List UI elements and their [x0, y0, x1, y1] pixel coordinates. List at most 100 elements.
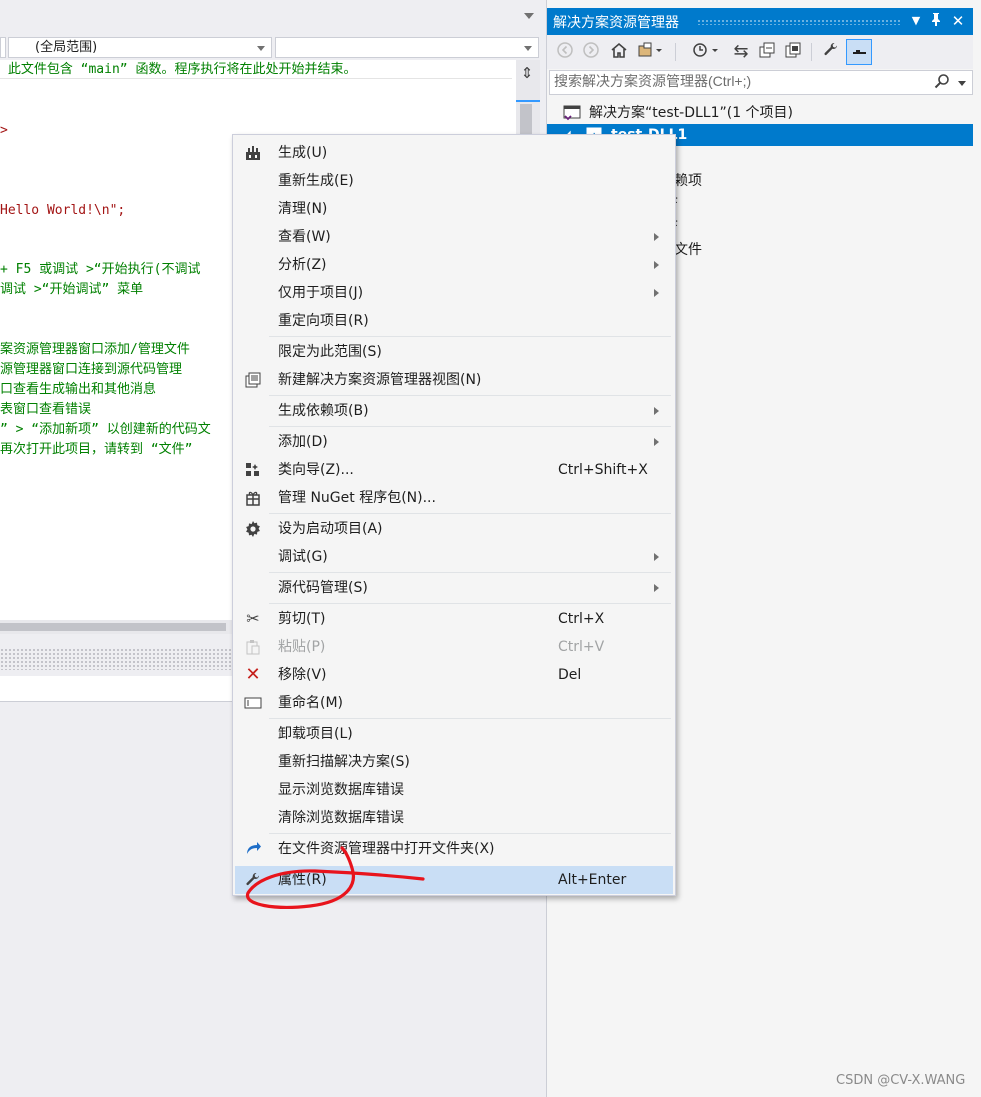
submenu-arrow-icon — [654, 553, 659, 561]
submenu-arrow-icon — [654, 261, 659, 269]
menu-separator — [269, 513, 671, 514]
menu-item-shortcut: Ctrl+Shift+X — [558, 462, 648, 478]
menu-separator — [269, 572, 671, 573]
menu-item-class-wizard[interactable]: 类向导(Z)... Ctrl+Shift+X — [235, 456, 673, 484]
toolbar-separator — [811, 43, 812, 61]
preview-icon[interactable] — [846, 39, 872, 65]
search-input[interactable] — [554, 73, 924, 89]
nuget-icon — [241, 484, 265, 512]
menu-item-scope-to-this[interactable]: 限定为此范围(S) — [235, 338, 673, 366]
menu-item-label: 移除(V) — [278, 667, 327, 683]
menu-item-debug[interactable]: 调试(G) — [235, 543, 673, 571]
submenu-arrow-icon — [654, 289, 659, 297]
tree-item-label: 文件 — [674, 242, 702, 258]
sync-icon[interactable]: ⇆ — [731, 42, 751, 62]
chevron-down-icon — [257, 46, 265, 51]
menu-item-unload-project[interactable]: 卸载项目(L) — [235, 720, 673, 748]
class-wizard-icon — [241, 456, 265, 484]
menu-item-label: 重新扫描解决方案(S) — [278, 754, 410, 770]
menu-item-properties[interactable]: 属性(R) Alt+Enter — [235, 866, 673, 894]
menu-item-source-control[interactable]: 源代码管理(S) — [235, 574, 673, 602]
cut-icon: ✂ — [246, 609, 260, 628]
menu-item-rebuild[interactable]: 重新生成(E) — [235, 167, 673, 195]
solution-node-label: 解决方案“test-DLL1”(1 个项目) — [589, 105, 794, 121]
horizontal-scrollbar-thumb[interactable] — [0, 623, 226, 631]
menu-item-view[interactable]: 查看(W) — [235, 223, 673, 251]
project-combo[interactable] — [0, 37, 6, 58]
menu-item-build[interactable]: 生成(U) — [235, 139, 673, 167]
scope-combo[interactable]: (全局范围) — [8, 37, 272, 58]
back-icon[interactable] — [555, 42, 575, 62]
collapse-all-icon[interactable] — [757, 42, 777, 62]
menu-separator — [269, 336, 671, 337]
menu-item-label: 卸载项目(L) — [278, 726, 353, 742]
menu-item-new-view[interactable]: 新建解决方案资源管理器视图(N) — [235, 366, 673, 394]
solution-explorer-search-box[interactable] — [549, 70, 973, 95]
menu-item-show-browse-db-errors[interactable]: 显示浏览数据库错误 — [235, 776, 673, 804]
split-window-icon[interactable]: ⇕ — [519, 64, 535, 82]
new-view-icon — [241, 366, 265, 394]
submenu-arrow-icon — [654, 438, 659, 446]
close-icon[interactable]: ✕ — [949, 11, 967, 31]
home-icon[interactable] — [609, 42, 629, 62]
menu-separator — [269, 395, 671, 396]
menu-item-label: 生成依赖项(B) — [278, 403, 369, 419]
window-position-dropdown-icon[interactable]: ▼ — [907, 11, 925, 31]
code-line: 此文件包含 “main” 函数。程序执行将在此处开始并结束。 — [0, 62, 357, 77]
menu-item-label: 重新生成(E) — [278, 173, 354, 189]
navigation-bar: (全局范围) — [0, 34, 540, 60]
menu-item-shortcut: Ctrl+V — [558, 639, 605, 655]
menu-item-build-dependencies[interactable]: 生成依赖项(B) — [235, 397, 673, 425]
menu-item-remove[interactable]: ✕ 移除(V) Del — [235, 661, 673, 689]
menu-item-label: 类向导(Z)... — [278, 462, 354, 478]
editor-tab-strip — [0, 0, 540, 34]
menu-item-label: 仅用于项目(J) — [278, 285, 364, 301]
menu-item-label: 清除浏览数据库错误 — [278, 810, 404, 826]
menu-item-label: 显示浏览数据库错误 — [278, 782, 404, 798]
forward-icon[interactable] — [581, 42, 601, 62]
auto-hide-pin-icon[interactable] — [927, 11, 945, 31]
menu-item-label: 查看(W) — [278, 229, 331, 245]
search-options-dropdown-icon[interactable] — [958, 81, 966, 86]
solution-explorer-toolbar: ⇆ — [547, 35, 973, 69]
submenu-arrow-icon — [654, 407, 659, 415]
menu-item-analyze[interactable]: 分析(Z) — [235, 251, 673, 279]
switch-views-icon[interactable] — [637, 42, 665, 62]
solution-explorer-titlebar[interactable]: 解决方案资源管理器 ▼ ✕ — [547, 8, 973, 35]
menu-item-label: 重定向项目(R) — [278, 313, 369, 329]
menu-item-set-startup-project[interactable]: 设为启动项目(A) — [235, 515, 673, 543]
code-line: 口查看生成输出和其他消息 — [0, 382, 157, 397]
menu-item-label: 调试(G) — [278, 549, 328, 565]
menu-item-clean[interactable]: 清理(N) — [235, 195, 673, 223]
menu-item-open-in-explorer[interactable]: 在文件资源管理器中打开文件夹(X) — [235, 835, 673, 863]
menu-item-manage-nuget[interactable]: 管理 NuGet 程序包(N)... — [235, 484, 673, 512]
properties-icon[interactable] — [821, 42, 841, 62]
submenu-arrow-icon — [654, 233, 659, 241]
menu-item-rename[interactable]: 重命名(M) — [235, 689, 673, 717]
menu-item-clear-browse-db-errors[interactable]: 清除浏览数据库错误 — [235, 804, 673, 832]
menu-item-label: 新建解决方案资源管理器视图(N) — [278, 372, 482, 388]
tab-overflow-arrow-icon[interactable] — [524, 13, 534, 19]
code-line: 源管理器窗口连接到源代码管理 — [0, 362, 183, 377]
menu-item-label: 在文件资源管理器中打开文件夹(X) — [278, 841, 495, 857]
menu-item-shortcut: Del — [558, 667, 582, 683]
menu-item-rescan-solution[interactable]: 重新扫描解决方案(S) — [235, 748, 673, 776]
pending-changes-icon[interactable] — [691, 42, 723, 62]
show-all-files-icon[interactable] — [783, 42, 803, 62]
menu-item-paste: 粘贴(P) Ctrl+V — [235, 633, 673, 661]
code-line: + F5 或调试 >“开始执行(不调试 — [0, 262, 201, 277]
menu-item-label: 源代码管理(S) — [278, 580, 368, 596]
menu-item-label: 清理(N) — [278, 201, 328, 217]
menu-item-cut[interactable]: ✂ 剪切(T) Ctrl+X — [235, 605, 673, 633]
paste-icon — [241, 633, 265, 661]
build-icon — [241, 139, 265, 167]
search-icon[interactable] — [934, 73, 950, 93]
menu-item-add[interactable]: 添加(D) — [235, 428, 673, 456]
menu-item-label: 分析(Z) — [278, 257, 327, 273]
menu-item-label: 生成(U) — [278, 145, 328, 161]
member-combo[interactable] — [275, 37, 539, 58]
menu-separator — [269, 603, 671, 604]
menu-item-retarget-project[interactable]: 重定向项目(R) — [235, 307, 673, 335]
menu-item-project-only[interactable]: 仅用于项目(J) — [235, 279, 673, 307]
solution-node[interactable]: 解决方案“test-DLL1”(1 个项目) — [547, 102, 973, 124]
